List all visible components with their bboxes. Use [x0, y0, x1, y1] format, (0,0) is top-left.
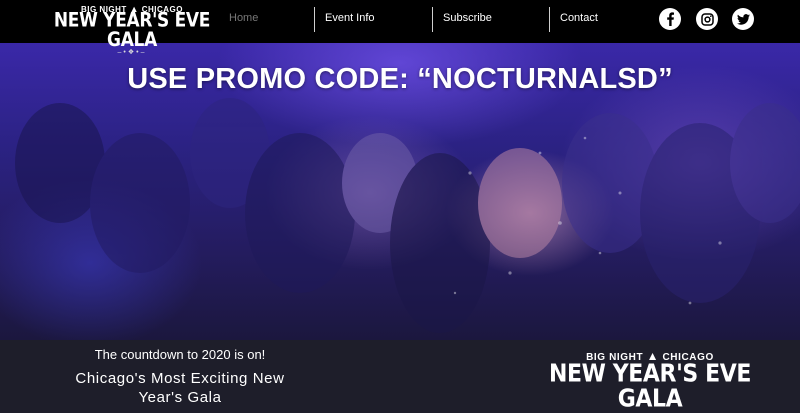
facebook-icon[interactable]	[659, 8, 681, 30]
nav-subscribe[interactable]: Subscribe	[443, 12, 492, 24]
promo-code-heading: USE PROMO CODE: “NOCTURNALSD”	[127, 63, 673, 95]
nav-home[interactable]: Home	[229, 12, 258, 24]
twitter-icon[interactable]	[732, 8, 754, 30]
tagline-line-2: Year's Gala	[138, 389, 222, 406]
instagram-glyph	[700, 12, 714, 26]
nav-divider	[432, 7, 433, 32]
nav-contact[interactable]: Contact	[560, 12, 598, 24]
nav-divider	[314, 7, 315, 32]
countdown-text: The countdown to 2020 is on!	[94, 347, 266, 362]
top-nav-bar: BIG NIGHT ▲ CHICAGO NEW YEAR'S EVE GALA …	[0, 0, 800, 56]
hero-banner: USE PROMO CODE: “NOCTURNALSD”	[0, 43, 800, 340]
tagline: Chicago's Most Exciting New Year's Gala	[0, 369, 360, 407]
logo-title: NEW YEAR'S EVE GALA	[548, 359, 751, 413]
tagline-line-1: Chicago's Most Exciting New	[75, 370, 285, 387]
nav-event-info[interactable]: Event Info	[325, 12, 375, 24]
footer-band: The countdown to 2020 is on! Chicago's M…	[0, 340, 800, 413]
facebook-glyph	[667, 12, 674, 26]
twitter-glyph	[736, 13, 750, 25]
nav-divider	[549, 7, 550, 32]
footer-logo[interactable]: BIG NIGHT ▲ CHICAGO NEW YEAR'S EVE GALA …	[530, 350, 770, 413]
instagram-icon[interactable]	[696, 8, 718, 30]
